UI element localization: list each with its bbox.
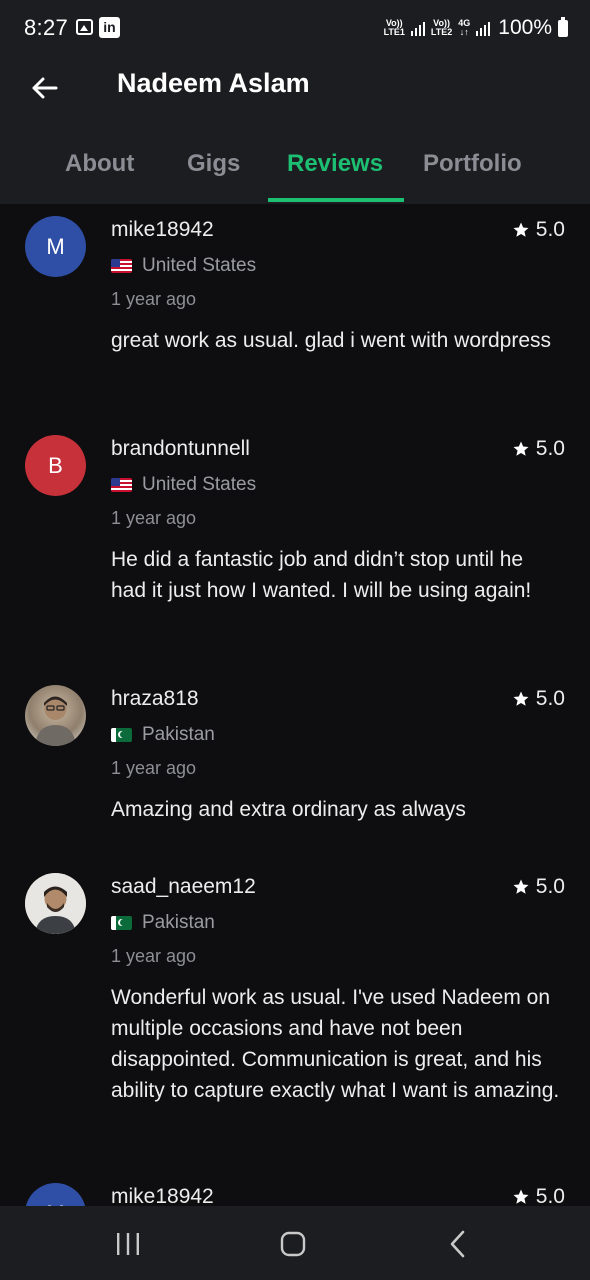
tab-about[interactable]: About xyxy=(65,150,134,178)
rating-value: 5.0 xyxy=(535,437,565,460)
rating: 5.0 xyxy=(512,1185,565,1206)
sim1-signal-icon xyxy=(410,20,425,36)
star-icon xyxy=(513,222,529,237)
avatar[interactable]: M xyxy=(25,1183,86,1206)
chevron-left-icon xyxy=(450,1230,465,1258)
sim2-lte-icon: Vo)) LTE2 xyxy=(430,18,453,37)
rating-value: 5.0 xyxy=(535,687,565,710)
review-text: He did a fantastic job and didn’t stop u… xyxy=(111,548,532,602)
profile-tabs: About Gigs Reviews Portfolio xyxy=(0,126,590,204)
reviewer-name[interactable]: hraza818 xyxy=(111,687,199,711)
reviewer-country: United States xyxy=(111,255,256,277)
us-flag-icon xyxy=(111,259,132,273)
avatar[interactable]: B xyxy=(25,435,86,496)
status-time: 8:27 xyxy=(24,15,69,40)
rating-value: 5.0 xyxy=(535,218,565,241)
avatar-initial: M xyxy=(46,233,65,259)
review-date: 1 year ago xyxy=(111,946,197,966)
review-text: Wonderful work as usual. I've used Nadee… xyxy=(111,986,560,1102)
home-button[interactable] xyxy=(273,1224,313,1264)
tab-reviews[interactable]: Reviews xyxy=(287,150,383,178)
gallery-notification-icon xyxy=(76,19,93,35)
active-tab-indicator xyxy=(268,198,404,202)
reviewer-name[interactable]: saad_naeem12 xyxy=(111,875,256,899)
rating-value: 5.0 xyxy=(535,875,565,898)
reviewer-country: Pakistan xyxy=(111,724,215,746)
tab-gigs[interactable]: Gigs xyxy=(187,150,240,178)
star-icon xyxy=(513,879,529,894)
pk-flag-icon xyxy=(111,916,132,930)
status-indicators: Vo)) LTE1 Vo)) LTE2 4G ↓↑ 100% xyxy=(384,14,568,42)
us-flag-icon xyxy=(111,478,132,492)
recents-icon xyxy=(117,1233,139,1255)
page-title: Nadeem Aslam xyxy=(117,68,310,98)
profile-photo-icon xyxy=(25,873,86,934)
recent-apps-button[interactable] xyxy=(108,1224,148,1264)
home-icon xyxy=(280,1231,306,1257)
reviews-list[interactable]: M mike18942 5.0 United States 1 year ago… xyxy=(0,204,590,1206)
star-icon xyxy=(513,1189,529,1204)
system-navigation-bar xyxy=(0,1206,590,1280)
rating: 5.0 xyxy=(512,218,565,242)
reviewer-name[interactable]: mike18942 xyxy=(111,218,214,242)
linkedin-notification-icon: in xyxy=(99,17,120,38)
profile-photo-icon xyxy=(35,696,76,746)
app-header: Nadeem Aslam About Gigs Reviews Portfoli… xyxy=(0,56,590,204)
country-name: Pakistan xyxy=(142,724,215,745)
rating: 5.0 xyxy=(512,875,565,899)
avatar-initial: B xyxy=(48,452,63,478)
reviewer-country: United States xyxy=(111,474,256,496)
sim2-signal-icon xyxy=(476,20,491,36)
system-back-button[interactable] xyxy=(438,1224,478,1264)
reviewer-country: Pakistan xyxy=(111,912,215,934)
rating: 5.0 xyxy=(512,687,565,711)
review-date: 1 year ago xyxy=(111,289,197,309)
network-4g-icon: 4G ↓↑ xyxy=(458,18,471,37)
tab-portfolio[interactable]: Portfolio xyxy=(423,150,522,178)
reviewer-name[interactable]: mike18942 xyxy=(111,1185,214,1206)
country-name: United States xyxy=(142,474,257,495)
status-bar: 8:27 in Vo)) LTE1 Vo)) LTE2 4G ↓↑ 100% xyxy=(0,0,590,56)
arrow-left-icon xyxy=(32,77,58,99)
pk-flag-icon xyxy=(111,728,132,742)
country-name: Pakistan xyxy=(142,912,215,933)
avatar[interactable] xyxy=(25,873,86,934)
avatar[interactable] xyxy=(25,685,86,746)
rating: 5.0 xyxy=(512,437,565,461)
screen: 8:27 in Vo)) LTE1 Vo)) LTE2 4G ↓↑ 100% Nade… xyxy=(0,0,590,1280)
review-text: Amazing and extra ordinary as always xyxy=(111,798,466,821)
back-button[interactable] xyxy=(22,66,66,110)
sim1-lte-icon: Vo)) LTE1 xyxy=(383,18,405,37)
avatar[interactable]: M xyxy=(25,216,86,277)
battery-icon xyxy=(558,16,568,37)
star-icon xyxy=(513,441,529,456)
reviewer-name[interactable]: brandontunnell xyxy=(111,437,250,461)
rating-value: 5.0 xyxy=(535,1185,565,1206)
review-date: 1 year ago xyxy=(111,758,197,778)
star-icon xyxy=(513,691,529,706)
review-date: 1 year ago xyxy=(111,508,197,528)
battery-percentage: 100% xyxy=(498,16,552,39)
country-name: United States xyxy=(142,255,257,276)
review-text: great work as usual. glad i went with wo… xyxy=(111,329,552,352)
